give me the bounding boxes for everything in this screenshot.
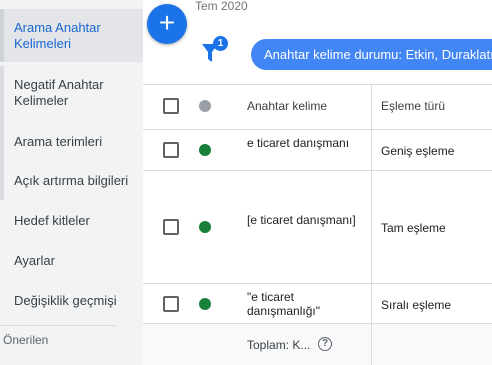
sidebar-item-label: Arama terimleri bbox=[14, 134, 103, 149]
status-enabled-icon bbox=[199, 144, 211, 156]
row-checkbox[interactable] bbox=[163, 142, 179, 158]
sidebar-item-label: Hedef kitleler bbox=[14, 213, 90, 228]
sidebar-item-label: Değişiklik geçmişi bbox=[14, 293, 117, 308]
sidebar-item-label: Açık artırma bilgileri bbox=[14, 173, 129, 188]
keyword-cell[interactable]: "e ticaret danışmanlığı" bbox=[247, 290, 357, 318]
status-header-icon bbox=[199, 100, 211, 112]
add-keyword-button[interactable]: + bbox=[147, 4, 187, 44]
sidebar-item-search-keywords[interactable]: Arama Anahtar Kelimeleri bbox=[0, 9, 143, 62]
sidebar-item-auction-insights[interactable]: Açık artırma bilgileri bbox=[0, 160, 143, 200]
match-type-cell[interactable]: Sıralı eşleme bbox=[381, 298, 451, 312]
keyword-cell[interactable]: e ticaret danışmanı bbox=[247, 136, 357, 150]
sidebar-divider bbox=[0, 325, 117, 326]
row-checkbox[interactable] bbox=[163, 219, 179, 235]
help-icon[interactable]: ? bbox=[318, 337, 332, 351]
sidebar-section-recommendations[interactable]: Önerilen bbox=[3, 333, 48, 347]
sidebar-item-change-history[interactable]: Değişiklik geçmişi bbox=[0, 280, 143, 320]
status-enabled-icon bbox=[199, 221, 211, 233]
select-all-checkbox[interactable] bbox=[163, 98, 179, 114]
match-type-cell[interactable]: Tam eşleme bbox=[381, 221, 446, 235]
filter-count-badge: 1 bbox=[213, 36, 228, 51]
date-label: Tem 2020 bbox=[195, 0, 248, 13]
sidebar-item-negative-keywords[interactable]: Negatif Anahtar Kelimeler bbox=[0, 66, 143, 120]
sidebar-item-label: Arama Anahtar Kelimeleri bbox=[14, 20, 101, 51]
row-checkbox[interactable] bbox=[163, 296, 179, 312]
sidebar-item-audiences[interactable]: Hedef kitleler bbox=[0, 200, 143, 240]
filter-chip[interactable]: Anahtar kelime durumu: Etkin, Duraklatıl… bbox=[251, 39, 492, 70]
sidebar: Arama Anahtar Kelimeleri Negatif Anahtar… bbox=[0, 0, 143, 365]
status-enabled-icon bbox=[199, 298, 211, 310]
keyword-cell[interactable]: [e ticaret danışmanı] bbox=[247, 213, 357, 227]
total-label: Toplam: K... bbox=[247, 338, 311, 352]
sidebar-item-label: Ayarlar bbox=[14, 253, 55, 268]
column-divider bbox=[371, 85, 372, 365]
sidebar-item-label: Negatif Anahtar Kelimeler bbox=[14, 77, 104, 108]
sidebar-item-settings[interactable]: Ayarlar bbox=[0, 240, 143, 280]
sidebar-item-search-terms[interactable]: Arama terimleri bbox=[0, 120, 143, 160]
column-header-keyword[interactable]: Anahtar kelime bbox=[247, 99, 327, 113]
column-header-match-type[interactable]: Eşleme türü bbox=[381, 99, 445, 113]
match-type-cell[interactable]: Geniş eşleme bbox=[381, 144, 454, 158]
